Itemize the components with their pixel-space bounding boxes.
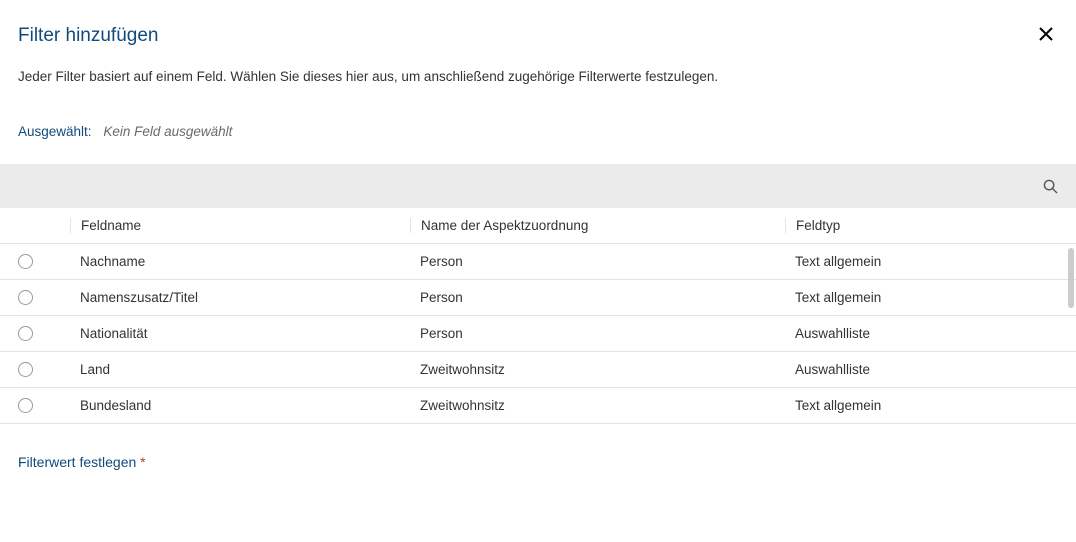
radio-select[interactable] (18, 362, 33, 377)
radio-select[interactable] (18, 398, 33, 413)
cell-aspect: Person (410, 290, 785, 305)
table-row[interactable]: Nachname Person Text allgemein (0, 244, 1076, 280)
cell-name: Nationalität (70, 326, 410, 341)
field-table: Feldname Name der Aspektzuordnung Feldty… (0, 208, 1076, 424)
header-name: Feldname (70, 218, 410, 233)
selection-value: Kein Feld ausgewählt (103, 124, 232, 139)
cell-name: Bundesland (70, 398, 410, 413)
table-row[interactable]: Land Zweitwohnsitz Auswahlliste (0, 352, 1076, 388)
scrollbar[interactable] (1068, 248, 1074, 308)
selection-row: Ausgewählt: Kein Feld ausgewählt (0, 114, 1076, 164)
filter-dialog: Filter hinzufügen Jeder Filter basiert a… (0, 0, 1076, 542)
cell-aspect: Zweitwohnsitz (410, 398, 785, 413)
table-header-row: Feldname Name der Aspektzuordnung Feldty… (0, 208, 1076, 244)
cell-type: Auswahlliste (785, 326, 1076, 341)
header-radio-col (0, 218, 70, 233)
table-row[interactable]: Nationalität Person Auswahlliste (0, 316, 1076, 352)
section-filterwert: Filterwert festlegen * (0, 424, 1076, 480)
dialog-header: Filter hinzufügen (0, 0, 1076, 59)
cell-aspect: Person (410, 326, 785, 341)
radio-select[interactable] (18, 326, 33, 341)
radio-select[interactable] (18, 290, 33, 305)
cell-aspect: Zweitwohnsitz (410, 362, 785, 377)
radio-select[interactable] (18, 254, 33, 269)
required-indicator: * (140, 454, 145, 470)
section-title-text: Filterwert festlegen (18, 454, 136, 470)
selection-label: Ausgewählt: (18, 124, 92, 139)
close-button[interactable] (1034, 22, 1058, 49)
search-icon[interactable] (1043, 179, 1058, 194)
dialog-description: Jeder Filter basiert auf einem Feld. Wäh… (0, 59, 1076, 114)
cell-type: Text allgemein (785, 290, 1076, 305)
close-icon (1038, 26, 1054, 45)
header-type: Feldtyp (785, 218, 1076, 233)
table-row[interactable]: Bundesland Zweitwohnsitz Text allgemein (0, 388, 1076, 424)
cell-type: Text allgemein (785, 398, 1076, 413)
cell-name: Namenszusatz/Titel (70, 290, 410, 305)
cell-type: Text allgemein (785, 254, 1076, 269)
table-row[interactable]: Namenszusatz/Titel Person Text allgemein (0, 280, 1076, 316)
cell-name: Land (70, 362, 410, 377)
cell-name: Nachname (70, 254, 410, 269)
dialog-title: Filter hinzufügen (18, 25, 158, 47)
cell-type: Auswahlliste (785, 362, 1076, 377)
header-aspect: Name der Aspektzuordnung (410, 218, 785, 233)
search-bar[interactable] (0, 164, 1076, 208)
cell-aspect: Person (410, 254, 785, 269)
